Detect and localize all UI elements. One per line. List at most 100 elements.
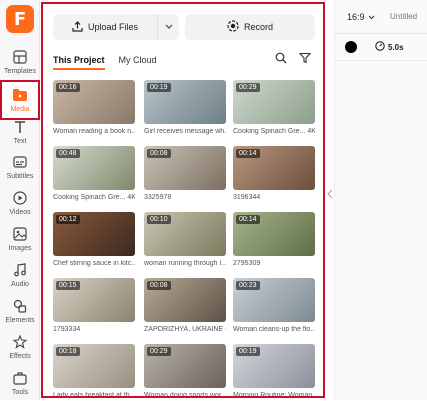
duration-control[interactable]: 5.0s [375, 41, 404, 53]
sidebar-item-videos[interactable]: Videos [0, 183, 40, 223]
media-item[interactable]: 00:10 woman running through l... [144, 212, 226, 267]
sidebar-item-effects[interactable]: Effects [0, 327, 40, 367]
media-thumbnail[interactable]: 00:29 [144, 344, 226, 388]
media-panel: Upload Files Record This Project My Clou… [41, 2, 325, 398]
media-item[interactable]: 00:12 Chef stirring sauce in kitc... [53, 212, 135, 267]
duration-badge: 00:18 [56, 347, 80, 356]
sidebar-item-text[interactable]: Text [0, 112, 40, 152]
media-item[interactable]: 00:18 Lady eats breakfast at th... [53, 344, 135, 398]
templates-icon [12, 49, 28, 65]
search-icon [275, 51, 287, 69]
upload-dropdown-button[interactable] [157, 14, 179, 40]
effects-icon [12, 334, 28, 350]
images-icon [12, 226, 28, 242]
chevron-down-icon [368, 12, 375, 22]
media-item[interactable]: 00:08 3325978 [144, 146, 226, 201]
background-color-swatch[interactable] [345, 41, 357, 53]
media-caption: 2795309 [233, 260, 261, 267]
videos-icon [12, 190, 28, 206]
upload-icon [72, 20, 83, 34]
duration-badge: 00:19 [147, 83, 171, 92]
media-item[interactable]: 00:19 Girl receives message wh... [144, 80, 226, 135]
media-thumbnail[interactable]: 00:19 [233, 344, 315, 388]
divider [335, 60, 427, 61]
duration-badge: 00:16 [56, 83, 80, 92]
tab-my-cloud[interactable]: My Cloud [119, 54, 157, 70]
media-caption: Morning Routine: Woman ... [233, 392, 315, 398]
media-caption: ZAPORIZHYA, UKRAINE - ... [144, 326, 226, 333]
sidebar-item-subtitles[interactable]: Subtitles [0, 147, 40, 187]
media-thumbnail[interactable]: 00:08 [144, 278, 226, 322]
sidebar-item-label: Templates [4, 68, 36, 75]
text-icon [12, 119, 28, 135]
sidebar-item-elements[interactable]: Elements [0, 291, 40, 331]
sidebar: F Templates Media Text Subtitles Videos [0, 0, 40, 400]
duration-badge: 00:23 [236, 281, 260, 290]
search-button[interactable] [271, 50, 291, 70]
tab-this-project[interactable]: This Project [53, 54, 105, 70]
media-item[interactable]: 00:15 1793334 [53, 278, 135, 333]
sidebar-item-label: Tools [11, 389, 29, 396]
sidebar-item-label: Videos [9, 209, 31, 216]
media-caption: Woman reading a book n... [53, 128, 135, 135]
media-item[interactable]: 00:19 Morning Routine: Woman ... [233, 344, 315, 398]
media-item[interactable]: 00:08 ZAPORIZHYA, UKRAINE - ... [144, 278, 226, 333]
divider [335, 33, 427, 34]
sidebar-item-tools[interactable]: Tools [0, 363, 40, 403]
sidebar-item-images[interactable]: Images [0, 219, 40, 259]
duration-badge: 00:08 [147, 149, 171, 158]
media-item[interactable]: 00:23 Woman cleans-up the flo... [233, 278, 315, 333]
media-caption: 3196344 [233, 194, 261, 201]
duration-badge: 00:08 [147, 281, 171, 290]
upload-files-button[interactable]: Upload Files [53, 14, 157, 40]
media-thumbnail[interactable]: 00:14 [233, 146, 315, 190]
upload-button-group: Upload Files [53, 14, 179, 40]
media-caption: Chef stirring sauce in kitc... [53, 260, 135, 267]
media-thumbnail[interactable]: 00:48 [53, 146, 135, 190]
media-thumbnail[interactable]: 00:19 [144, 80, 226, 124]
media-thumbnail[interactable]: 00:08 [144, 146, 226, 190]
record-label: Record [243, 22, 273, 32]
aspect-ratio-select[interactable]: 16:9 [347, 12, 375, 22]
media-item[interactable]: 00:16 Woman reading a book n... [53, 80, 135, 135]
record-icon [227, 20, 239, 34]
sidebar-item-audio[interactable]: Audio [0, 255, 40, 295]
chevron-down-icon [165, 23, 173, 32]
media-item[interactable]: 00:48 Cooking Spinach Gre... 4K [53, 146, 135, 201]
app-logo[interactable]: F [6, 5, 34, 33]
media-thumbnail[interactable]: 00:10 [144, 212, 226, 256]
tools-icon [12, 370, 28, 386]
media-item[interactable]: 00:29 Cooking Spinach Gre... 4K [233, 80, 315, 135]
media-tabs: This Project My Cloud [53, 54, 157, 70]
folder-icon [12, 87, 28, 103]
duration-badge: 00:48 [56, 149, 80, 158]
media-item[interactable]: 00:14 2795309 [233, 212, 315, 267]
upload-label: Upload Files [87, 22, 139, 32]
duration-value: 5.0s [388, 42, 404, 52]
media-caption: Lady eats breakfast at th... [53, 392, 135, 398]
media-thumbnail[interactable]: 00:14 [233, 212, 315, 256]
media-item[interactable]: 00:29 Woman doing sports wor... [144, 344, 226, 396]
duration-badge: 00:15 [56, 281, 80, 290]
media-thumbnail[interactable]: 00:12 [53, 212, 135, 256]
media-caption: woman running through l... [144, 260, 226, 267]
media-thumbnail[interactable]: 00:29 [233, 80, 315, 124]
media-thumbnail[interactable]: 00:23 [233, 278, 315, 322]
media-thumbnail[interactable]: 00:18 [53, 344, 135, 388]
aspect-ratio-value: 16:9 [347, 12, 365, 22]
duration-badge: 00:29 [236, 83, 260, 92]
media-thumbnail[interactable]: 00:15 [53, 278, 135, 322]
media-item[interactable]: 00:14 3196344 [233, 146, 315, 201]
media-caption: Cooking Spinach Gre... 4K [233, 128, 315, 135]
sidebar-item-templates[interactable]: Templates [0, 42, 40, 82]
media-caption: Girl receives message wh... [144, 128, 226, 135]
media-thumbnail[interactable]: 00:16 [53, 80, 135, 124]
media-caption: 3325978 [144, 194, 172, 201]
record-button[interactable]: Record [185, 14, 315, 40]
filter-button[interactable] [295, 50, 315, 70]
duration-badge: 00:14 [236, 215, 260, 224]
sidebar-item-label: Audio [11, 281, 29, 288]
project-title[interactable]: Untitled [390, 12, 417, 21]
sidebar-item-label: Effects [9, 353, 31, 360]
duration-badge: 00:29 [147, 347, 171, 356]
